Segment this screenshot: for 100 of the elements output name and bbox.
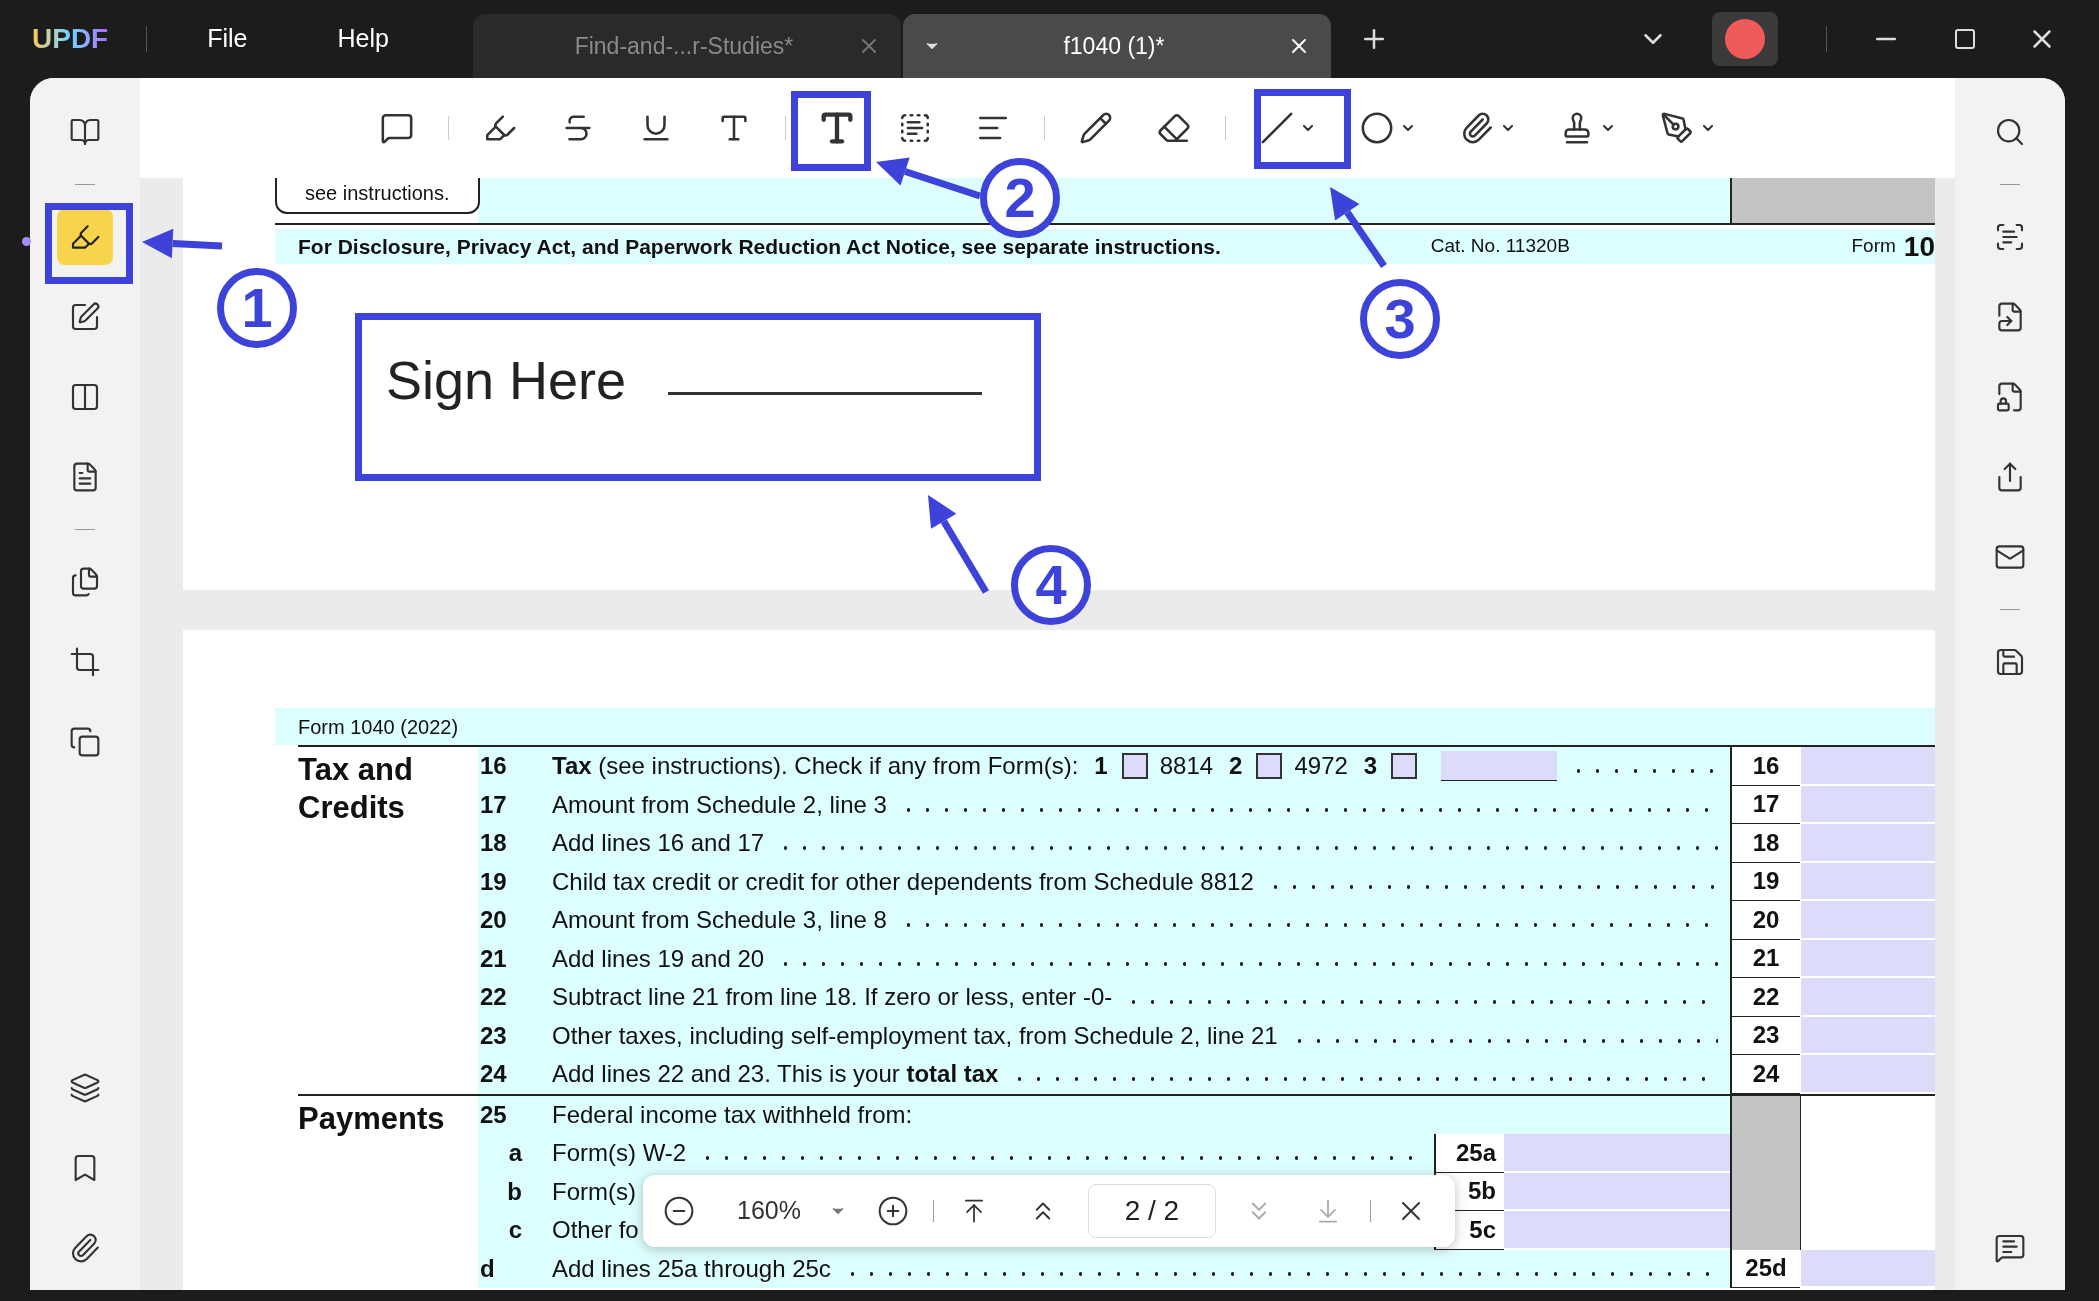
- zoom-out-icon[interactable]: [663, 1195, 695, 1227]
- form-label: 4972: [1294, 751, 1348, 782]
- layers-icon: [69, 1072, 101, 1104]
- amount-field[interactable]: [1800, 747, 1935, 786]
- note-text: see instructions.: [275, 178, 480, 214]
- menu-item[interactable]: File: [207, 20, 248, 58]
- amount-field[interactable]: [1800, 1249, 1935, 1288]
- checkbox[interactable]: [1391, 753, 1418, 780]
- line-number: 22: [479, 982, 508, 1013]
- box-number: 23: [1730, 1016, 1800, 1055]
- line-text: Add lines 16 and 17: [552, 828, 765, 859]
- amount-field[interactable]: [1800, 939, 1935, 978]
- box-number: 19: [1730, 862, 1800, 901]
- maximize-icon[interactable]: [1953, 27, 1977, 51]
- line-text: Tax (see instructions). Check if any from Form(s):: [552, 751, 1079, 782]
- document-tab[interactable]: f1040 (1)*: [902, 14, 1331, 78]
- box-number: 25a: [1434, 1134, 1504, 1173]
- line-text: Child tax credit or credit for other dependents from Schedule 8812: [552, 866, 1254, 897]
- line-text: Amount from Schedule 2, line 3: [552, 789, 887, 820]
- shaded-column: [1730, 1211, 1800, 1250]
- form-number: 3: [1363, 751, 1378, 782]
- form-number: 2: [1229, 751, 1243, 782]
- line-text: Federal income tax withheld from:: [552, 1099, 913, 1130]
- menu-item[interactable]: Help: [337, 20, 389, 58]
- checkbox[interactable]: [1121, 753, 1148, 780]
- line-number: 19: [479, 866, 508, 897]
- amount-field[interactable]: [1504, 1134, 1730, 1173]
- paperclip-icon: [1460, 111, 1494, 145]
- box-number: 20: [1730, 901, 1800, 940]
- columns-icon: [69, 381, 101, 413]
- search-icon: [1994, 116, 2026, 148]
- tab-label: f1040 (1)*: [1062, 31, 1166, 61]
- line-text: Amount from Schedule 3, line 8: [552, 905, 887, 936]
- save-icon: [1994, 646, 2026, 678]
- zoom-level[interactable]: 160%: [737, 1192, 801, 1230]
- form-label: 8814: [1159, 751, 1214, 782]
- form-number: 1: [1094, 751, 1108, 782]
- signature-label: Sign Here: [386, 349, 627, 412]
- box-number: 24: [1730, 1055, 1800, 1094]
- section-title: Payments: [298, 1099, 446, 1138]
- box-number: 18: [1730, 824, 1800, 863]
- avatar: [1725, 19, 1765, 59]
- line-number: b: [506, 1176, 523, 1207]
- line-text: Form(s) W-2: [552, 1138, 687, 1169]
- checkbox[interactable]: [1256, 753, 1283, 780]
- page-field[interactable]: 2 / 2: [1087, 1184, 1216, 1238]
- amount-field[interactable]: [1504, 1211, 1730, 1250]
- line-number: 20: [479, 905, 508, 936]
- copy-icon: [69, 726, 101, 758]
- zoom-in-icon[interactable]: [876, 1195, 909, 1227]
- amount-field[interactable]: [1800, 1055, 1935, 1094]
- line-text: Form(s): [552, 1176, 636, 1207]
- line-number: 17: [479, 789, 508, 820]
- selection-indicator: [22, 237, 31, 246]
- tab-label: Find-and-...r-Studies*: [573, 31, 795, 61]
- section-title: Tax and Credits: [298, 751, 414, 827]
- line-number: 18: [479, 828, 508, 859]
- shape-icon: [1360, 111, 1394, 145]
- crop-icon: [69, 646, 101, 678]
- line-number: 21: [479, 943, 508, 974]
- line-number: a: [507, 1138, 524, 1169]
- amount-field[interactable]: [1800, 824, 1935, 863]
- amount-field[interactable]: [1504, 1172, 1730, 1211]
- edit-icon: [69, 301, 101, 333]
- pen-nib-icon: [1660, 111, 1694, 145]
- comment-icon: [380, 111, 414, 145]
- ocr-icon: [1994, 221, 2026, 253]
- amount-field[interactable]: [1800, 978, 1935, 1017]
- paperclip-icon: [69, 1232, 101, 1264]
- amount-field[interactable]: [1800, 862, 1935, 901]
- line-text: Add lines 25a through 25c: [552, 1253, 831, 1284]
- amount-field[interactable]: [1800, 1016, 1935, 1055]
- box-number: 17: [1730, 785, 1800, 824]
- sidebar-button[interactable]: [57, 209, 113, 265]
- book-icon: [69, 116, 101, 148]
- box-number: 25d: [1730, 1249, 1800, 1288]
- document-tab[interactable]: Find-and-...r-Studies*: [472, 14, 901, 78]
- pencil-icon: [1079, 111, 1113, 145]
- line-text: Add lines 19 and 20: [552, 943, 765, 974]
- amount-field[interactable]: [1800, 901, 1935, 940]
- line-text: Subtract line 21 from line 18. If zero or less, enter -0-: [552, 982, 1113, 1013]
- line-number: 23: [479, 1020, 508, 1051]
- amount-field[interactable]: [1800, 785, 1935, 824]
- line-text: Other taxes, including self-employment tax, from Schedule 2, line 21: [552, 1020, 1278, 1051]
- line-number: d: [479, 1253, 496, 1284]
- box-number: 16: [1730, 747, 1800, 786]
- account-button[interactable]: [1712, 12, 1778, 66]
- line-text: Add lines 22 and 23. This is your total tax: [552, 1059, 999, 1090]
- text-box-icon: [898, 111, 932, 145]
- line-number: 16: [479, 751, 508, 782]
- line-icon: [1260, 111, 1294, 145]
- line-number: 25: [479, 1099, 508, 1130]
- line-text: Other fo: [552, 1215, 639, 1246]
- catalog-number: Cat. No. 11320B: [1430, 234, 1570, 259]
- pages-icon: [69, 566, 101, 598]
- box-number: 21: [1730, 939, 1800, 978]
- form-title: Form 1040 (2022): [298, 714, 459, 740]
- input-field[interactable]: [1441, 751, 1558, 782]
- line-number: c: [507, 1215, 523, 1246]
- line-number: 24: [479, 1059, 508, 1090]
